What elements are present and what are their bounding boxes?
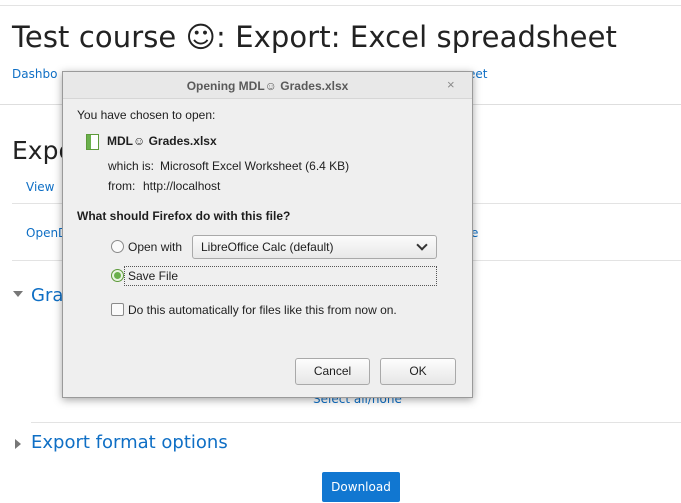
spreadsheet-file-icon	[86, 134, 99, 150]
dialog-title: Opening MDL☺ Grades.xlsx	[186, 79, 349, 93]
breadcrumb-dashboard-link[interactable]: Dashbo	[12, 67, 57, 81]
file-type-value: Microsoft Excel Worksheet (6.4 KB)	[160, 159, 350, 173]
grade-items-section-toggle[interactable]: Gra	[31, 285, 63, 306]
do-automatically-checkbox[interactable]	[111, 303, 124, 316]
which-is-label: which is:	[108, 159, 155, 173]
save-file-radio[interactable]	[111, 269, 124, 282]
chevron-down-icon	[416, 239, 428, 251]
from-value: http://localhost	[143, 179, 221, 193]
export-format-options-toggle[interactable]: Export format options	[31, 432, 228, 453]
download-button[interactable]: Download	[322, 472, 400, 502]
do-automatically-label[interactable]: Do this automatically for files like thi…	[128, 303, 397, 317]
cancel-button[interactable]: Cancel	[295, 358, 370, 385]
top-divider	[0, 5, 681, 6]
chosen-to-open-text: You have chosen to open:	[77, 108, 216, 122]
open-with-app-select[interactable]: LibreOffice Calc (default)	[192, 235, 437, 259]
action-question: What should Firefox do with this file?	[77, 209, 291, 223]
section-divider	[31, 422, 681, 423]
caret-down-icon[interactable]	[13, 291, 23, 297]
dialog-titlebar[interactable]: Opening MDL☺ Grades.xlsx ×	[63, 72, 472, 99]
open-with-app-value: LibreOffice Calc (default)	[201, 240, 334, 254]
ok-button[interactable]: OK	[380, 358, 456, 385]
page-title: Test course ☺: Export: Excel spreadsheet	[12, 20, 618, 54]
open-with-radio[interactable]	[111, 240, 124, 253]
file-name: MDL☺ Grades.xlsx	[107, 134, 217, 148]
open-with-label[interactable]: Open with	[128, 240, 182, 254]
tab-view[interactable]: View	[26, 180, 54, 194]
from-label: from:	[108, 179, 136, 193]
caret-right-icon[interactable]	[15, 439, 21, 449]
open-file-dialog: Opening MDL☺ Grades.xlsx × You have chos…	[62, 71, 473, 398]
close-icon[interactable]: ×	[447, 77, 455, 92]
save-file-label[interactable]: Save File	[128, 269, 178, 283]
